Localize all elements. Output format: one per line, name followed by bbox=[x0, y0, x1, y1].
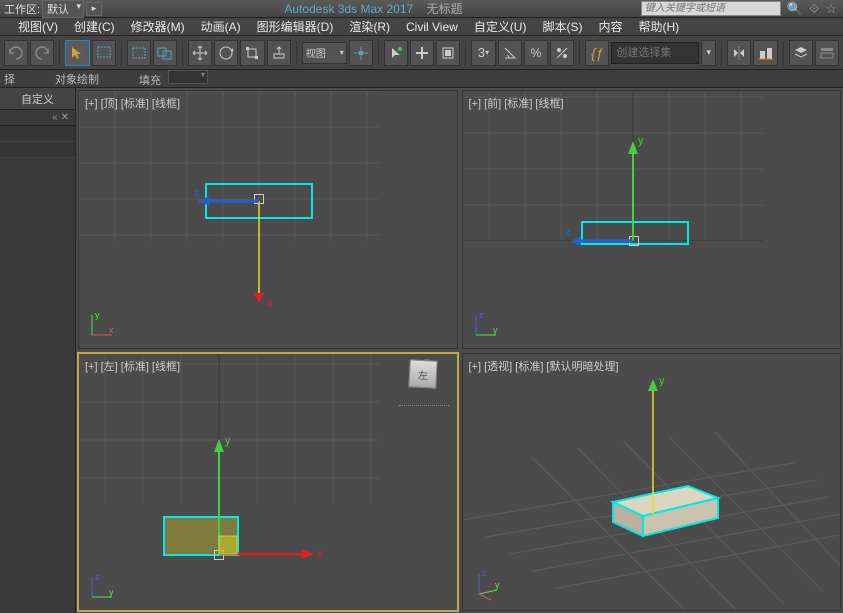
angle-snap-button[interactable] bbox=[498, 40, 522, 66]
layer-button[interactable] bbox=[789, 40, 813, 66]
app-title: Autodesk 3ds Max 2017 bbox=[284, 2, 413, 16]
viewport-label[interactable]: [+] [前] [标准] [线框] bbox=[469, 95, 564, 111]
svg-text:z: z bbox=[194, 187, 200, 199]
menu-bar: 视图(V) 创建(C) 修改器(M) 动画(A) 图形编辑器(D) 渲染(R) … bbox=[0, 18, 843, 36]
menu-modifiers[interactable]: 修改器(M) bbox=[123, 18, 193, 35]
menu-view[interactable]: 视图(V) bbox=[10, 18, 66, 35]
object-paint-label: 对象绘制 bbox=[55, 71, 99, 87]
viewport-label[interactable]: [+] [透视] [标准] [默认明暗处理] bbox=[469, 358, 619, 374]
viewport-front[interactable]: [+] [前] [标准] [线框] y z z y bbox=[462, 90, 842, 349]
select-rect-button[interactable] bbox=[92, 40, 116, 66]
side-panel-collapse[interactable]: « bbox=[0, 110, 75, 126]
search-input[interactable] bbox=[641, 1, 781, 16]
viewcube-face[interactable]: 左 bbox=[408, 359, 437, 388]
move-gizmo-icon: y z bbox=[523, 116, 723, 296]
viewport-area: [+] [顶] [标准] [线框] x z bbox=[76, 88, 843, 613]
mini-axis-icon: z y bbox=[87, 572, 117, 602]
binoculars-icon[interactable]: 🔍 bbox=[787, 1, 803, 17]
svg-text:x: x bbox=[267, 297, 273, 309]
menu-help[interactable]: 帮助(H) bbox=[631, 18, 688, 35]
side-panel-tab[interactable]: 自定义 bbox=[0, 88, 75, 110]
menu-content[interactable]: 内容 bbox=[590, 18, 630, 35]
favorite-icon[interactable]: ☆ bbox=[825, 1, 837, 17]
workspace-config-button[interactable]: ▸ bbox=[86, 2, 102, 16]
menu-customize[interactable]: 自定义(U) bbox=[466, 18, 535, 35]
menu-script[interactable]: 脚本(S) bbox=[534, 18, 590, 35]
rotate-button[interactable] bbox=[214, 40, 238, 66]
info-icon[interactable]: ⟐ bbox=[809, 1, 819, 17]
redo-button[interactable] bbox=[30, 40, 54, 66]
scale-button[interactable] bbox=[240, 40, 264, 66]
crossing-button[interactable] bbox=[153, 40, 177, 66]
mini-axis-icon: y x bbox=[87, 310, 117, 340]
edit-named-button[interactable]: {ƒ bbox=[585, 40, 609, 66]
viewport-label[interactable]: [+] [左] [标准] [线框] bbox=[85, 358, 180, 374]
menu-animation[interactable]: 动画(A) bbox=[193, 18, 249, 35]
svg-text:y: y bbox=[495, 580, 500, 590]
title-center: Autodesk 3ds Max 2017 无标题 bbox=[106, 0, 641, 17]
move-gizmo-icon: y bbox=[563, 369, 763, 569]
fill-dropdown[interactable] bbox=[168, 70, 208, 84]
align-button[interactable] bbox=[753, 40, 777, 66]
menu-graph-editor[interactable]: 图形编辑器(D) bbox=[249, 18, 342, 35]
set-dropdown-button[interactable]: ▾ bbox=[701, 40, 716, 66]
move-gizmo-icon: x z bbox=[159, 151, 319, 311]
viewport-perspective[interactable]: [+] [透视] [标准] [默认明暗处理] bbox=[462, 353, 842, 612]
svg-text:y: y bbox=[659, 375, 665, 387]
main-area: 自定义 « [+] [顶] [标准] [线框] bbox=[0, 88, 843, 613]
coord-system-dropdown[interactable]: 视图 bbox=[302, 42, 347, 64]
viewport-top[interactable]: [+] [顶] [标准] [线框] x z bbox=[78, 90, 458, 349]
placement-button[interactable] bbox=[267, 40, 291, 66]
mirror-button[interactable] bbox=[727, 40, 751, 66]
svg-text:z: z bbox=[95, 572, 100, 582]
mini-axis-icon: z y bbox=[471, 568, 505, 602]
fill-label: 填充 bbox=[139, 75, 161, 87]
side-panel-row[interactable] bbox=[0, 142, 75, 158]
menu-create[interactable]: 创建(C) bbox=[66, 18, 123, 35]
select-manipulate-button[interactable] bbox=[384, 40, 408, 66]
percent-snap-button[interactable]: % bbox=[524, 40, 548, 66]
menu-render[interactable]: 渲染(R) bbox=[341, 18, 398, 35]
select-arrow-button[interactable] bbox=[65, 40, 89, 66]
undo-button[interactable] bbox=[4, 40, 28, 66]
secondary-bar: 择 对象绘制 填充 bbox=[0, 70, 843, 88]
select-region-button[interactable] bbox=[127, 40, 151, 66]
menu-civil-view[interactable]: Civil View bbox=[398, 20, 466, 34]
viewport-left[interactable]: [+] [左] [标准] [线框] y x ⤺ 左 bbox=[78, 353, 458, 612]
side-panel-row[interactable] bbox=[0, 126, 75, 142]
svg-text:y: y bbox=[638, 135, 644, 147]
workspace-area: 工作区: 默认 ▸ bbox=[0, 0, 106, 18]
use-pivot-button[interactable] bbox=[349, 40, 373, 66]
title-icon-group: 🔍 ⟐ ☆ bbox=[781, 1, 843, 17]
mini-axis-icon: z y bbox=[471, 310, 501, 340]
svg-text:z: z bbox=[479, 310, 484, 320]
svg-text:z: z bbox=[565, 227, 571, 239]
viewport-label[interactable]: [+] [顶] [标准] [线框] bbox=[85, 95, 180, 111]
title-bar: 工作区: 默认 ▸ Autodesk 3ds Max 2017 无标题 🔍 ⟐ … bbox=[0, 0, 843, 18]
svg-text:y: y bbox=[493, 325, 498, 335]
spinner-snap-button[interactable] bbox=[550, 40, 574, 66]
named-sel-set-input[interactable] bbox=[611, 42, 699, 64]
box-icon-button[interactable] bbox=[436, 40, 460, 66]
select-label: 择 bbox=[4, 71, 15, 87]
workspace-label: 工作区: bbox=[4, 1, 40, 17]
keyboard-shortcut-button[interactable] bbox=[410, 40, 434, 66]
document-title: 无标题 bbox=[427, 2, 463, 16]
move-button[interactable] bbox=[188, 40, 212, 66]
snap-toggle-button[interactable]: 3▾ bbox=[471, 40, 495, 66]
main-toolbar: 视图 3▾ % {ƒ ▾ bbox=[0, 36, 843, 70]
workspace-dropdown[interactable]: 默认 bbox=[42, 0, 84, 18]
svg-text:x: x bbox=[317, 548, 323, 560]
fill-group: 填充 bbox=[139, 70, 208, 88]
svg-text:y: y bbox=[225, 435, 231, 447]
move-gizmo-icon: y x bbox=[119, 414, 359, 594]
view-cube[interactable]: ⤺ 左 bbox=[409, 360, 437, 388]
toggle-ribbon-button[interactable] bbox=[815, 40, 839, 66]
svg-text:x: x bbox=[109, 325, 114, 335]
svg-text:y: y bbox=[109, 587, 114, 597]
side-panel: 自定义 « bbox=[0, 88, 76, 613]
svg-text:z: z bbox=[482, 568, 487, 578]
svg-text:y: y bbox=[95, 310, 100, 320]
